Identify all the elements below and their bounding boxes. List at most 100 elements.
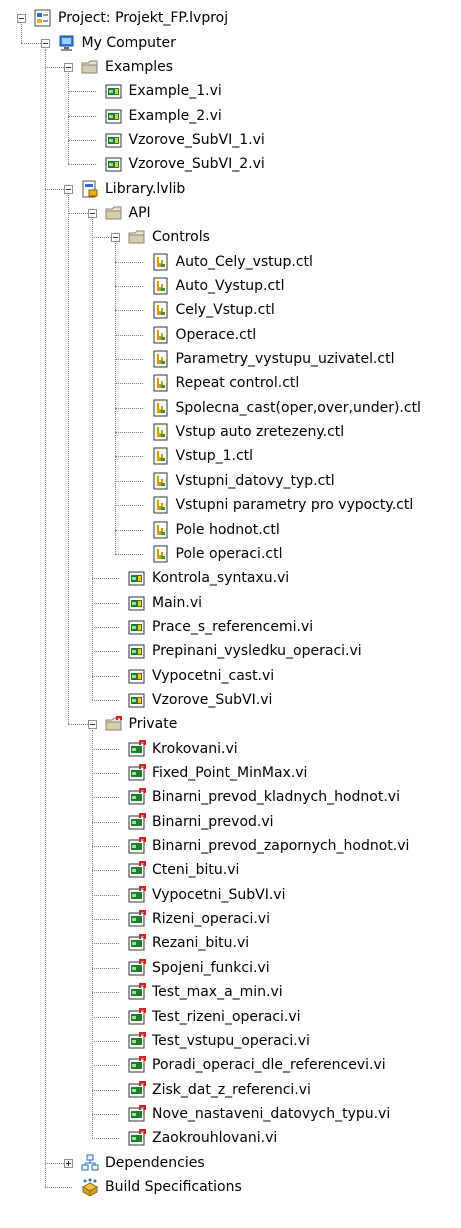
tree-item-label: Test_rizeni_operaci.vi <box>152 1008 301 1025</box>
collapse-icon[interactable] <box>111 233 120 243</box>
folder-icon <box>105 204 123 222</box>
private-vi-icon <box>128 861 146 879</box>
private-vi-icon <box>128 1104 146 1123</box>
private-vi-icon <box>128 983 146 1001</box>
tree-item-label: Fixed_Point_MinMax.vi <box>152 765 308 782</box>
collapse-icon[interactable] <box>64 62 73 72</box>
tree-connector <box>91 626 119 628</box>
ctl-icon <box>152 447 170 465</box>
tree-connector <box>68 164 96 166</box>
tree-connector <box>115 261 143 263</box>
tree-item-label: Vypocetni_cast.vi <box>152 667 275 684</box>
tree-item-label: Nove_nastaveni_datovych_typu.vi <box>152 1105 391 1122</box>
tree-item-controls[interactable] <box>0 225 461 249</box>
tree-item-label: Pole hodnot.ctl <box>175 521 280 538</box>
tree-connector <box>115 334 143 336</box>
expand-icon[interactable] <box>64 1158 73 1168</box>
tree-item-label: Repeat control.ctl <box>175 375 300 392</box>
private-vi-icon <box>128 1056 146 1074</box>
tree-connector <box>115 359 143 361</box>
tree-connector <box>91 1016 119 1018</box>
tree-item-label: Main.vi <box>152 594 203 611</box>
tree-connector <box>91 797 119 799</box>
tree-item-label: Zisk_dat_z_referenci.vi <box>152 1081 311 1098</box>
tree-item-label: Prace_s_referencemi.vi <box>152 618 314 635</box>
tree-item-label: Examples <box>105 58 174 75</box>
collapse-icon[interactable] <box>87 208 97 218</box>
collapse-icon[interactable] <box>87 720 97 730</box>
dependencies-icon <box>81 1154 99 1172</box>
collapse-icon[interactable] <box>17 14 26 24</box>
folder-icon <box>81 58 99 76</box>
tree-connector <box>91 773 119 775</box>
tree-connector <box>115 529 143 531</box>
tree-item-label: Spolecna_cast(oper,over,under).ctl <box>175 399 421 416</box>
ctl-icon <box>152 472 170 490</box>
tree-item-label: Cely_Vstup.ctl <box>175 302 275 319</box>
vi-icon <box>128 667 146 685</box>
private-vi-icon <box>128 812 146 831</box>
tree-item-label: Operace.ctl <box>175 326 257 343</box>
vi-icon <box>105 82 123 100</box>
computer-icon <box>58 34 76 52</box>
tree-item-label: Krokovani.vi <box>152 740 238 757</box>
tree-item-label: Vstup auto zretezeny.ctl <box>175 424 345 441</box>
project-tree: Project: Projekt_FP.lvproj My Computer Exa… <box>0 0 461 1228</box>
build-specifications-icon <box>81 1178 99 1197</box>
tree-connector <box>91 1138 119 1140</box>
vi-icon <box>128 569 146 587</box>
tree-connector <box>115 505 143 507</box>
tree-item-main-vi[interactable] <box>0 590 461 614</box>
tree-item-label: Binarni_prevod.vi <box>152 813 274 830</box>
tree-connector <box>68 91 96 93</box>
tree-connector <box>91 1040 119 1042</box>
private-vi-icon <box>128 1031 146 1050</box>
tree-connector <box>68 115 96 117</box>
tree-connector <box>91 870 119 872</box>
private-folder-icon <box>105 715 123 733</box>
vi-icon <box>128 594 146 612</box>
ctl-icon <box>152 423 170 441</box>
tree-item-label: Vzorove_SubVI.vi <box>152 691 273 708</box>
collapse-icon[interactable] <box>40 38 50 48</box>
vi-icon <box>105 155 123 173</box>
tree-connector <box>91 1089 119 1091</box>
tree-item-label: Project: Projekt_FP.lvproj <box>58 10 229 27</box>
tree-item-label: Auto_Cely_vstup.ctl <box>175 253 313 270</box>
tree-connector <box>91 894 119 896</box>
ctl-icon <box>152 496 170 514</box>
ctl-icon <box>152 326 170 344</box>
tree-item-label: Vzorove_SubVI_1.vi <box>128 131 265 148</box>
tree-item-label: Auto_Vystup.ctl <box>175 278 285 295</box>
tree-item-label: Zaokrouhlovani.vi <box>152 1130 278 1147</box>
tree-item-label: Poradi_operaci_dle_referencevi.vi <box>152 1057 386 1074</box>
private-vi-icon <box>128 910 146 928</box>
tree-item-label: Example_1.vi <box>128 83 222 100</box>
ctl-icon <box>152 374 170 392</box>
tree-connector <box>68 139 96 141</box>
vi-icon <box>128 618 146 636</box>
folder-icon <box>128 228 146 246</box>
collapse-icon[interactable] <box>64 184 73 194</box>
ctl-icon <box>152 350 170 368</box>
private-vi-icon <box>128 934 146 952</box>
private-vi-icon <box>128 788 146 806</box>
tree-item-label: Vstupni parametry pro vypocty.ctl <box>175 497 414 514</box>
tree-connector <box>115 553 143 555</box>
tree-connector <box>115 480 143 482</box>
private-vi-icon <box>128 958 146 977</box>
private-vi-icon <box>128 1129 146 1147</box>
tree-item-label: Example_2.vi <box>128 107 222 124</box>
tree-connector <box>91 919 119 921</box>
tree-item-label: Vstup_1.ctl <box>175 448 254 465</box>
tree-item-label: Test_vstupu_operaci.vi <box>152 1032 310 1049</box>
tree-connector <box>91 846 119 848</box>
tree-item-label: Rizeni_operaci.vi <box>152 911 270 928</box>
project-icon <box>34 9 52 27</box>
tree-connector <box>91 1113 119 1115</box>
tree-connector <box>91 602 119 604</box>
vi-icon <box>105 131 123 149</box>
tree-connector <box>91 699 119 701</box>
tree-item-label: My Computer <box>81 34 176 51</box>
tree-item-label: Vypocetni_SubVI.vi <box>152 886 286 903</box>
